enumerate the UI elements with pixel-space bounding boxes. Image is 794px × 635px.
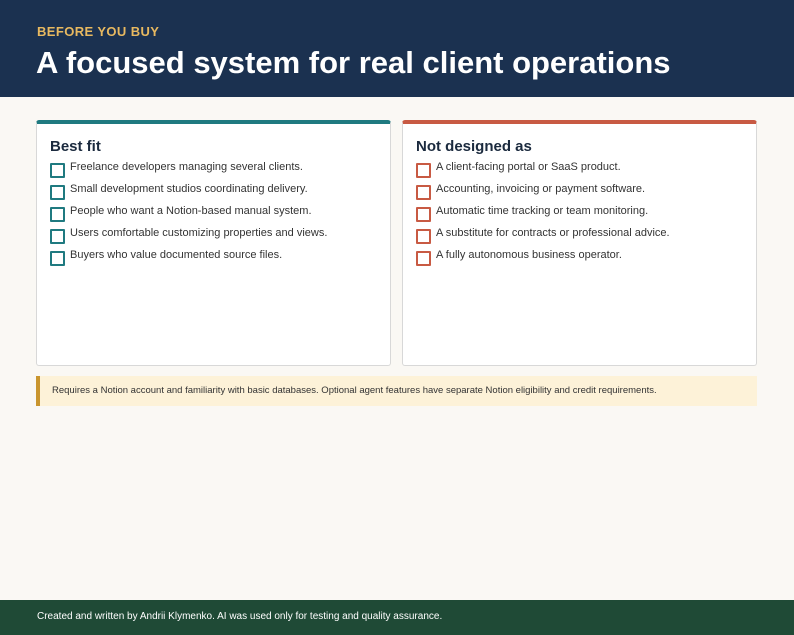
best-fit-item-text: People who want a Notion-based manual sy… <box>70 205 312 217</box>
not-designed-item: A substitute for contracts or profession… <box>416 226 670 248</box>
best-fit-item: Small development studios coordinating d… <box>50 182 327 204</box>
checkbox-icon <box>416 251 431 266</box>
checkbox-icon <box>50 163 65 178</box>
best-fit-item-text: Small development studios coordinating d… <box>70 183 308 195</box>
best-fit-title: Best fit <box>50 138 101 155</box>
not-designed-list: A client-facing portal or SaaS product. … <box>416 160 670 270</box>
best-fit-list: Freelance developers managing several cl… <box>50 160 327 270</box>
requirements-note: Requires a Notion account and familiarit… <box>36 376 757 406</box>
best-fit-card: Best fit Freelance developers managing s… <box>36 120 391 366</box>
not-designed-item: Accounting, invoicing or payment softwar… <box>416 182 670 204</box>
not-designed-item-text: Accounting, invoicing or payment softwar… <box>436 183 646 195</box>
checkbox-icon <box>416 185 431 200</box>
page: BEFORE YOU BUY A focused system for real… <box>0 0 794 635</box>
not-designed-title: Not designed as <box>416 138 532 155</box>
eyebrow-label: BEFORE YOU BUY <box>37 24 160 39</box>
not-designed-item-text: A substitute for contracts or profession… <box>436 227 670 239</box>
footer-credit: Created and written by Andrii Klymenko. … <box>37 611 443 622</box>
not-designed-item: A fully autonomous business operator. <box>416 248 670 270</box>
page-title: A focused system for real client operati… <box>36 45 671 80</box>
not-designed-item: Automatic time tracking or team monitori… <box>416 204 670 226</box>
checkbox-icon <box>50 251 65 266</box>
not-designed-item-text: Automatic time tracking or team monitori… <box>436 205 649 217</box>
not-designed-card: Not designed as A client-facing portal o… <box>402 120 757 366</box>
page-footer: Created and written by Andrii Klymenko. … <box>0 600 794 635</box>
page-header: BEFORE YOU BUY A focused system for real… <box>0 0 794 97</box>
checkbox-icon <box>416 163 431 178</box>
not-designed-item: A client-facing portal or SaaS product. <box>416 160 670 182</box>
not-designed-item-text: A fully autonomous business operator. <box>436 249 622 261</box>
best-fit-item: Freelance developers managing several cl… <box>50 160 327 182</box>
checkbox-icon <box>50 207 65 222</box>
checkbox-icon <box>50 229 65 244</box>
checkbox-icon <box>50 185 65 200</box>
best-fit-item-text: Freelance developers managing several cl… <box>70 161 303 173</box>
checkbox-icon <box>416 207 431 222</box>
not-designed-item-text: A client-facing portal or SaaS product. <box>436 161 621 173</box>
best-fit-item-text: Buyers who value documented source files… <box>70 249 283 261</box>
checkbox-icon <box>416 229 431 244</box>
best-fit-item: Buyers who value documented source files… <box>50 248 327 270</box>
best-fit-item: People who want a Notion-based manual sy… <box>50 204 327 226</box>
best-fit-item: Users comfortable customizing properties… <box>50 226 327 248</box>
best-fit-item-text: Users comfortable customizing properties… <box>70 227 328 239</box>
